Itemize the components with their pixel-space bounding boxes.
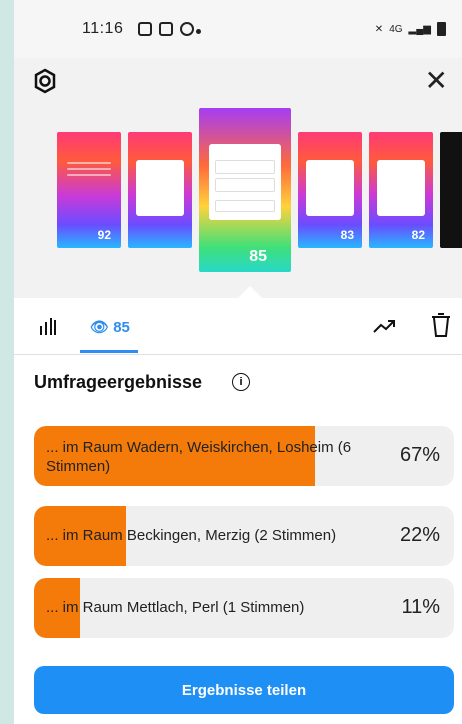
close-icon[interactable]: ✕ (425, 67, 448, 95)
promote-trend-icon[interactable] (372, 316, 398, 336)
selected-story-pointer (238, 286, 262, 298)
poll-option-1: ... im Raum Wadern, Weiskirchen, Losheim… (34, 426, 454, 486)
poll-option-3: ... im Raum Mettlach, Perl (1 Stimmen) 1… (34, 578, 454, 638)
info-icon[interactable]: i (232, 373, 250, 391)
poll-option-percent: 67% (399, 444, 440, 466)
status-bar: 11:16 ✕ 4G ▂▄▆ (14, 0, 462, 58)
delete-trash-icon[interactable] (430, 312, 452, 338)
story-thumbnail-1[interactable]: 92 (57, 132, 121, 248)
story-views: 82 (411, 228, 425, 242)
status-right: ✕ 4G ▂▄▆ (375, 22, 446, 36)
results-title: Umfrageergebnisse (34, 372, 203, 392)
story-views: 85 (249, 248, 267, 265)
share-results-button[interactable]: Ergebnisse teilen (34, 666, 454, 714)
status-time: 11:16 (82, 20, 124, 37)
story-thumbnail-selected[interactable]: 85 (199, 108, 291, 272)
signal-icon: ▂▄▆ (408, 23, 431, 35)
story-thumbnail-2[interactable] (128, 132, 192, 248)
network-label: 4G (389, 23, 403, 35)
viewers-count: 85 (113, 319, 130, 336)
poll-option-label: ... im Raum Wadern, Weiskirchen, Losheim… (46, 439, 352, 475)
battery-icon (437, 22, 446, 36)
active-tab-indicator (80, 350, 138, 353)
poll-option-2: ... im Raum Beckingen, Merzig (2 Stimmen… (34, 506, 454, 566)
poll-option-percent: 22% (399, 524, 440, 546)
poll-option-label: ... im Raum Beckingen, Merzig (2 Stimmen… (46, 527, 337, 544)
app-icon (159, 22, 173, 36)
story-stats-bar: 👁 85 (14, 300, 462, 355)
poll-option-label: ... im Raum Mettlach, Perl (1 Stimmen) (46, 599, 305, 616)
story-thumbnail-4[interactable]: 83 (298, 132, 362, 248)
phone-screen: 11:16 ✕ 4G ▂▄▆ ✕ 92 85 83 82 👁 85 Umfrag… (14, 0, 462, 724)
story-thumbnail-6[interactable] (440, 132, 462, 248)
gallery-icon (138, 22, 152, 36)
stories-strip: ✕ 92 85 83 82 (14, 58, 462, 298)
viewers-tab[interactable]: 👁 85 (90, 318, 130, 336)
settings-gear-icon[interactable] (32, 68, 58, 94)
story-views: 83 (340, 228, 354, 242)
instagram-icon (180, 22, 194, 36)
more-notifications-icon (196, 29, 201, 34)
insights-bars-icon[interactable] (38, 316, 58, 336)
poll-option-percent: 11% (401, 596, 440, 618)
mute-icon: ✕ (374, 23, 384, 35)
story-thumbnail-5[interactable]: 82 (369, 132, 433, 248)
eye-icon: 👁 (90, 319, 110, 336)
story-views: 92 (97, 228, 111, 242)
